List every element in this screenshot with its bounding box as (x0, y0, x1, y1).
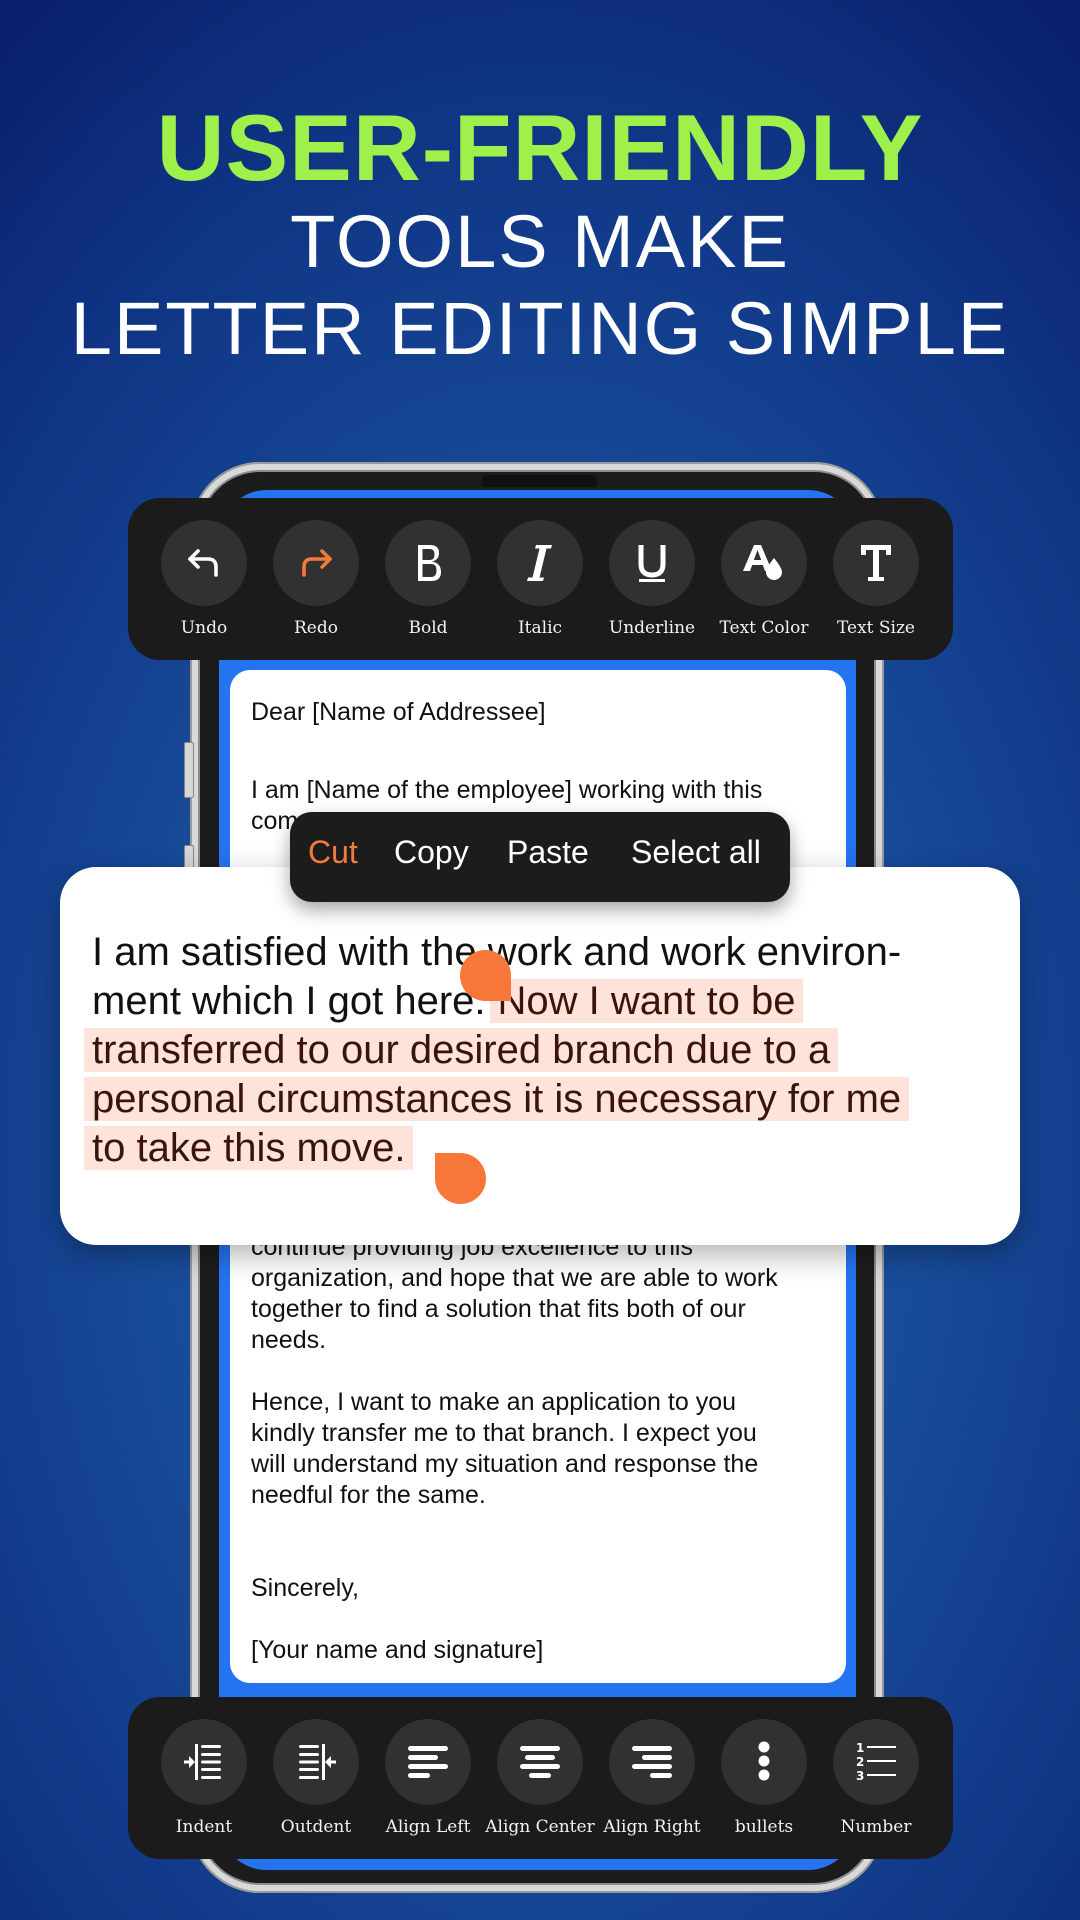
align-right-button[interactable]: Align Right (596, 1697, 708, 1859)
align-left-icon (408, 1746, 448, 1778)
underline-button[interactable]: Underline (596, 498, 708, 660)
card-text-line: personal circumstances it is necessary f… (84, 1075, 910, 1124)
text-color-button[interactable]: Text Color (708, 498, 820, 660)
formatting-toolbar: Undo Redo Bold Italic Underline Text Col… (128, 498, 953, 660)
bullets-button[interactable]: bullets (708, 1697, 820, 1859)
copy-menu-item[interactable]: Copy (394, 834, 469, 871)
text-color-button-circle (721, 520, 807, 606)
redo-button-circle (273, 520, 359, 606)
text-size-icon (861, 545, 891, 581)
outdent-icon (299, 1744, 336, 1780)
undo-button-circle (161, 520, 247, 606)
doc-line: Sincerely, (251, 1574, 359, 1602)
italic-icon (527, 545, 552, 581)
indent-button[interactable]: Indent (148, 1697, 260, 1859)
phone-speaker (482, 475, 597, 487)
doc-line: needful for the same. (251, 1481, 486, 1509)
selected-text[interactable]: transferred to our desired branch due to… (84, 1028, 839, 1072)
selection-start-handle[interactable] (460, 950, 511, 1001)
svg-text:2: 2 (856, 1755, 864, 1769)
headline-primary: USER-FRIENDLY (156, 95, 924, 200)
doc-line: [Your name and signature] (251, 1636, 544, 1664)
paragraph-toolbar: Indent Outdent Align Left Align Center A… (128, 1697, 953, 1859)
undo-icon (188, 549, 218, 577)
align-center-button-circle (497, 1719, 583, 1805)
indent-button-circle (161, 1719, 247, 1805)
italic-button[interactable]: Italic (484, 498, 596, 660)
unselected-text: ment which I got here. (92, 979, 486, 1023)
text-size-button[interactable]: Text Size (820, 498, 932, 660)
card-text-line: ment which I got here. Now I want to be (92, 977, 804, 1026)
text-selection-magnifier: I am satisfied with the work and work en… (60, 867, 1020, 1245)
doc-line: together to find a solution that fits bo… (251, 1295, 746, 1323)
italic-button-circle (497, 520, 583, 606)
text-context-menu: Cut Copy Paste Select all (290, 812, 790, 902)
cut-menu-item[interactable]: Cut (308, 834, 358, 871)
redo-icon (302, 549, 332, 577)
bullets-button-circle (721, 1719, 807, 1805)
underline-button-circle (609, 520, 695, 606)
doc-line: Dear [Name of Addressee] (251, 698, 546, 726)
bullets-icon (758, 1741, 770, 1781)
svg-text:1: 1 (856, 1741, 864, 1755)
redo-button[interactable]: Redo (260, 498, 372, 660)
align-center-button[interactable]: Align Center (484, 1697, 596, 1859)
indent-icon (184, 1744, 221, 1780)
text-color-icon (743, 545, 782, 580)
numbered-list-icon: 123 (856, 1741, 896, 1783)
doc-line: kindly transfer me to that branch. I exp… (251, 1419, 757, 1447)
text-size-button-circle (833, 520, 919, 606)
align-left-button[interactable]: Align Left (372, 1697, 484, 1859)
number-label: Number (840, 1817, 912, 1837)
doc-line: I am [Name of the employee] working with… (251, 776, 763, 804)
selected-text[interactable]: personal circumstances it is necessary f… (84, 1077, 910, 1121)
headline-secondary-line2: LETTER EDITING SIMPLE (70, 287, 1010, 370)
align-center-icon (520, 1746, 560, 1778)
outdent-button-circle (273, 1719, 359, 1805)
align-right-button-circle (609, 1719, 695, 1805)
paste-menu-item[interactable]: Paste (507, 834, 589, 871)
doc-line: organization, and hope that we are able … (251, 1264, 778, 1292)
bold-button-circle (385, 520, 471, 606)
align-right-icon (632, 1746, 672, 1778)
select-all-menu-item[interactable]: Select all (631, 834, 761, 871)
numbered-list-button[interactable]: 123 Number (820, 1697, 932, 1859)
selection-end-handle[interactable] (435, 1153, 486, 1204)
text-size-label: Text Size (836, 618, 915, 638)
bold-button[interactable]: Bold (372, 498, 484, 660)
selected-text[interactable]: Now I want to be (489, 979, 804, 1023)
svg-text:3: 3 (856, 1769, 864, 1783)
undo-button[interactable]: Undo (148, 498, 260, 660)
card-text-line: transferred to our desired branch due to… (84, 1026, 839, 1075)
outdent-button[interactable]: Outdent (260, 1697, 372, 1859)
bold-icon (418, 545, 441, 581)
doc-line: needs. (251, 1326, 327, 1354)
underline-icon (638, 545, 666, 582)
doc-line: will understand my situation and respons… (251, 1450, 759, 1478)
numbered-list-button-circle: 123 (833, 1719, 919, 1805)
phone-side-button (184, 742, 194, 798)
headline-secondary-line1: TOOLS MAKE (290, 200, 790, 283)
doc-line: Hence, I want to make an application to … (251, 1388, 737, 1416)
align-left-button-circle (385, 1719, 471, 1805)
card-text-line: to take this move. (84, 1124, 414, 1173)
selected-text[interactable]: to take this move. (84, 1126, 414, 1170)
